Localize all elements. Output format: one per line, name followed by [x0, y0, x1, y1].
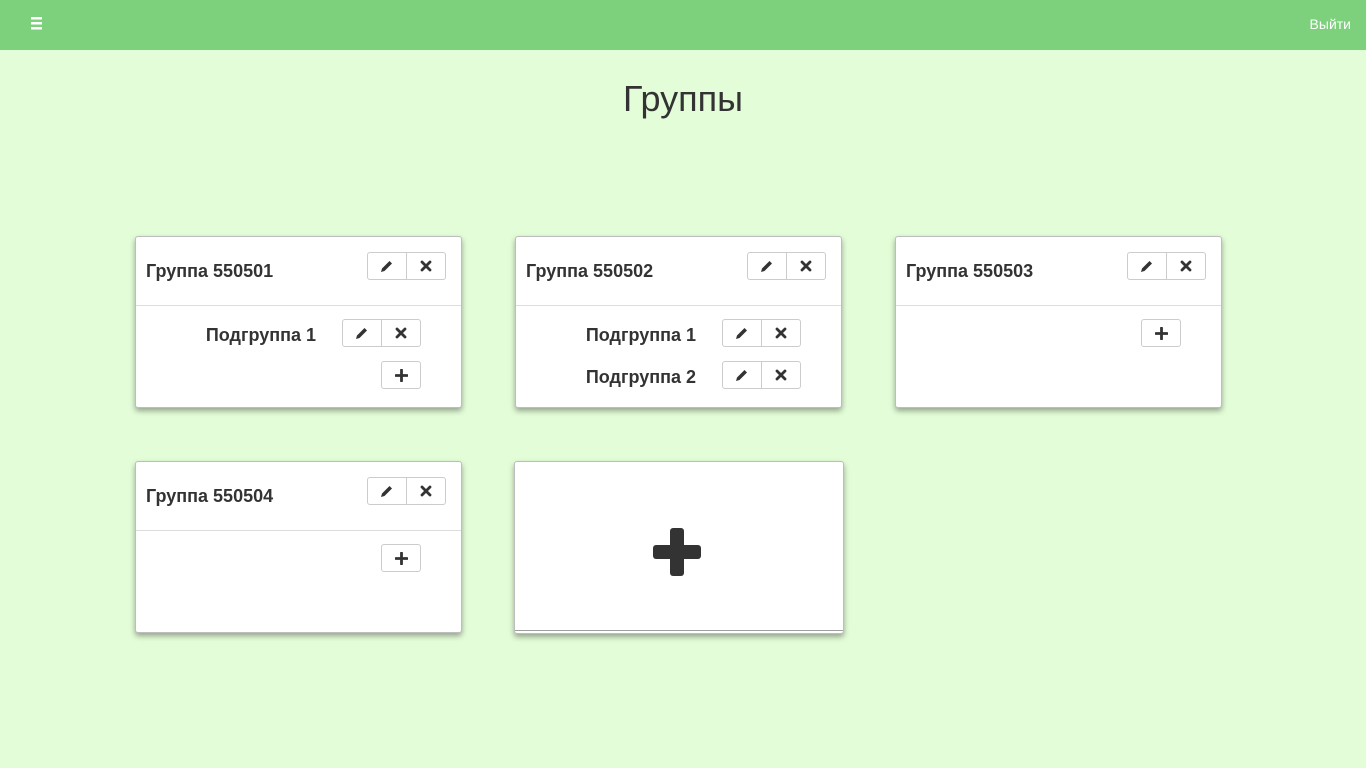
plus-icon — [394, 368, 408, 382]
close-icon — [1180, 260, 1192, 272]
delete-group-button[interactable] — [1166, 252, 1206, 280]
delete-subgroup-button[interactable] — [381, 319, 421, 347]
top-navbar: Выйти — [0, 0, 1366, 50]
subgroup-actions — [722, 319, 801, 347]
pencil-icon — [381, 261, 392, 272]
divider — [515, 630, 843, 631]
group-card-header: Группа 550502 — [516, 237, 841, 306]
add-group-card[interactable] — [514, 461, 844, 634]
edit-subgroup-button[interactable] — [722, 361, 762, 389]
group-actions — [367, 252, 446, 280]
add-subgroup-button[interactable] — [381, 361, 421, 389]
page-title: Группы — [623, 78, 743, 119]
delete-group-button[interactable] — [406, 477, 446, 505]
group-card-header: Группа 550501 — [136, 237, 461, 306]
close-icon — [420, 485, 432, 497]
pencil-icon — [356, 328, 367, 339]
add-subgroup-button[interactable] — [1141, 319, 1181, 347]
group-title: Группа 550503 — [906, 261, 1034, 281]
group-card: Группа 550502 Подгруппа 1 Подгруппа 2 — [515, 236, 842, 408]
edit-group-button[interactable] — [1127, 252, 1167, 280]
edit-group-button[interactable] — [367, 477, 407, 505]
subgroup-row: Подгруппа 2 — [516, 361, 841, 391]
delete-subgroup-button[interactable] — [761, 361, 801, 389]
group-card: Группа 550503 — [895, 236, 1222, 408]
delete-group-button[interactable] — [786, 252, 826, 280]
edit-group-button[interactable] — [747, 252, 787, 280]
subgroup-label: Подгруппа 2 — [585, 367, 696, 387]
edit-subgroup-button[interactable] — [722, 319, 762, 347]
add-subgroup-button[interactable] — [381, 544, 421, 572]
subgroup-actions — [722, 361, 801, 389]
edit-group-button[interactable] — [367, 252, 407, 280]
subgroup-label: Подгруппа 1 — [205, 325, 316, 345]
group-card-header: Группа 550503 — [896, 237, 1221, 306]
hamburger-icon[interactable] — [26, 13, 48, 35]
subgroup-row: Подгруппа 1 — [516, 319, 841, 349]
group-card: Группа 550504 — [135, 461, 462, 633]
delete-group-button[interactable] — [406, 252, 446, 280]
group-actions — [1127, 252, 1206, 280]
subgroup-row: Подгруппа 1 — [136, 319, 461, 349]
edit-subgroup-button[interactable] — [342, 319, 382, 347]
pencil-icon — [761, 261, 772, 272]
close-icon — [775, 369, 787, 381]
close-icon — [420, 260, 432, 272]
group-title: Группа 550501 — [146, 261, 274, 281]
close-icon — [395, 327, 407, 339]
plus-icon — [394, 551, 408, 565]
group-title: Группа 550504 — [146, 486, 274, 506]
group-card: Группа 550501 Подгруппа 1 — [135, 236, 462, 408]
group-card-header: Группа 550504 — [136, 462, 461, 531]
group-title: Группа 550502 — [526, 261, 654, 281]
delete-subgroup-button[interactable] — [761, 319, 801, 347]
close-icon — [775, 327, 787, 339]
logout-link[interactable]: Выйти — [1310, 16, 1351, 32]
plus-icon — [653, 528, 701, 581]
group-actions — [367, 477, 446, 505]
subgroup-actions — [342, 319, 421, 347]
pencil-icon — [736, 328, 747, 339]
pencil-icon — [381, 486, 392, 497]
group-actions — [747, 252, 826, 280]
plus-icon — [1154, 326, 1168, 340]
subgroup-label: Подгруппа 1 — [585, 325, 696, 345]
pencil-icon — [736, 370, 747, 381]
pencil-icon — [1141, 261, 1152, 272]
close-icon — [800, 260, 812, 272]
